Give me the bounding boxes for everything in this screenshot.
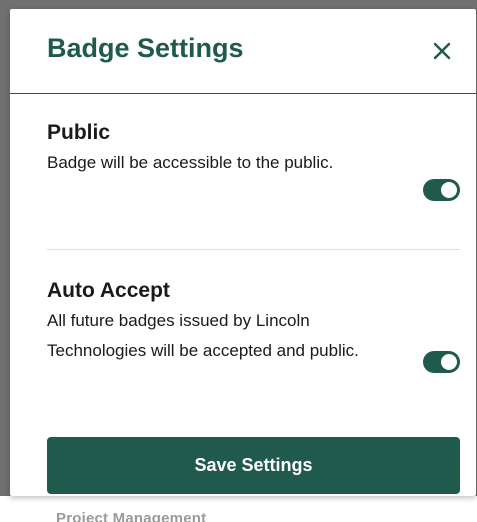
setting-public: Public Badge will be accessible to the p… [47,121,461,178]
setting-auto-accept: Auto Accept All future badges issued by … [47,279,461,366]
background-list-item: Project Management [56,510,207,522]
setting-public-title: Public [47,121,111,144]
close-icon [433,42,451,60]
auto-accept-toggle[interactable] [423,351,460,373]
section-divider [47,249,460,250]
toggle-knob [441,182,457,198]
public-toggle[interactable] [423,179,460,201]
setting-public-description: Badge will be accessible to the public. [47,153,334,172]
setting-auto-accept-title: Auto Accept [47,279,170,302]
close-button[interactable] [428,37,456,65]
save-settings-button[interactable]: Save Settings [47,437,460,494]
setting-auto-accept-description: All future badges issued by Lincoln Tech… [47,311,359,360]
toggle-knob [441,354,457,370]
modal-title: Badge Settings [47,33,244,63]
modal-header: Badge Settings [10,9,476,94]
badge-settings-modal: Badge Settings Public Badge will be acce… [10,9,476,496]
